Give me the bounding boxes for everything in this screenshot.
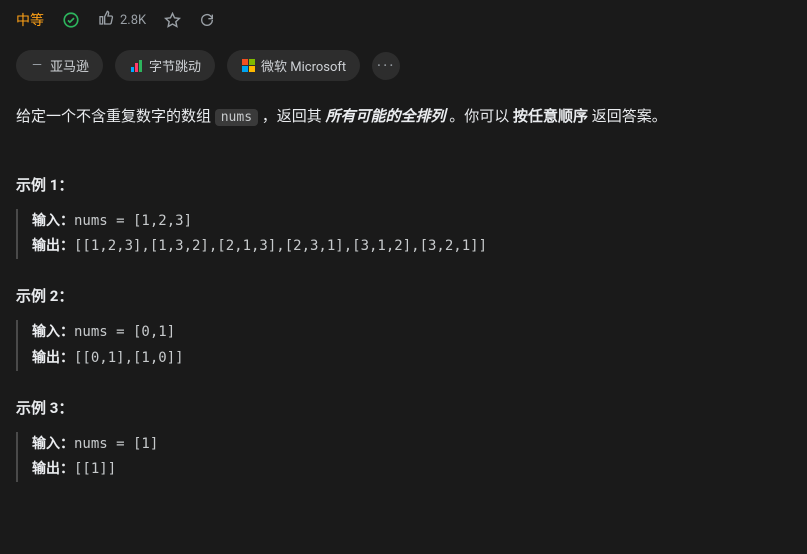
- solved-check-icon: [62, 11, 80, 29]
- example-block: 输入：nums = [0,1] 输出：[[0,1],[1,0]]: [16, 320, 791, 370]
- output-value: [[0,1],[1,0]]: [74, 350, 184, 366]
- output-value: [[1]]: [74, 461, 116, 477]
- example-block: 输入：nums = [1,2,3] 输出：[[1,2,3],[1,3,2],[2…: [16, 209, 791, 259]
- desc-bold: 按任意顺序: [513, 107, 588, 125]
- example-title: 示例 1：: [16, 174, 791, 195]
- input-label: 输入：: [32, 324, 74, 340]
- ellipsis-icon: ···: [377, 56, 396, 75]
- output-label: 输出：: [32, 238, 74, 254]
- company-tag-label: 亚马逊: [50, 56, 89, 75]
- example-3: 示例 3： 输入：nums = [1] 输出：[[1]]: [16, 397, 791, 482]
- output-label: 输出：: [32, 350, 74, 366]
- input-label: 输入：: [32, 436, 74, 452]
- desc-text: 。你可以: [446, 107, 513, 125]
- desc-text: ，返回其: [258, 107, 325, 125]
- more-companies-button[interactable]: ···: [372, 52, 400, 80]
- company-tag-amazon[interactable]: — 亚马逊: [16, 50, 103, 81]
- problem-content: 给定一个不含重复数字的数组 nums ，返回其 所有可能的全排列 。你可以 按任…: [0, 99, 807, 512]
- input-value: nums = [1,2,3]: [74, 213, 192, 229]
- example-2: 示例 2： 输入：nums = [0,1] 输出：[[0,1],[1,0]]: [16, 285, 791, 370]
- desc-emphasis: 所有可能的全排列: [326, 107, 446, 125]
- microsoft-icon: [241, 59, 255, 73]
- like-count: 2.8K: [120, 13, 146, 28]
- problem-description: 给定一个不含重复数字的数组 nums ，返回其 所有可能的全排列 。你可以 按任…: [16, 103, 791, 130]
- thumbs-up-icon: [98, 10, 114, 30]
- desc-text: 给定一个不含重复数字的数组: [16, 107, 215, 125]
- amazon-icon: —: [30, 59, 44, 73]
- input-value: nums = [1]: [74, 436, 158, 452]
- input-value: nums = [0,1]: [74, 324, 175, 340]
- company-tag-label: 微软 Microsoft: [261, 56, 346, 75]
- example-block: 输入：nums = [1] 输出：[[1]]: [16, 432, 791, 482]
- example-title: 示例 2：: [16, 285, 791, 306]
- input-label: 输入：: [32, 213, 74, 229]
- example-1: 示例 1： 输入：nums = [1,2,3] 输出：[[1,2,3],[1,3…: [16, 174, 791, 259]
- example-title: 示例 3：: [16, 397, 791, 418]
- output-label: 输出：: [32, 461, 74, 477]
- star-button[interactable]: [164, 12, 181, 29]
- company-tag-microsoft[interactable]: 微软 Microsoft: [227, 50, 360, 81]
- like-button[interactable]: 2.8K: [98, 10, 146, 30]
- refresh-button[interactable]: [199, 12, 215, 28]
- output-value: [[1,2,3],[1,3,2],[2,1,3],[2,3,1],[3,1,2]…: [74, 238, 487, 254]
- desc-text: 返回答案。: [588, 107, 667, 125]
- company-tag-label: 字节跳动: [149, 56, 201, 75]
- header-bar: 中等 2.8K: [0, 0, 807, 40]
- difficulty-label: 中等: [16, 10, 44, 30]
- company-tag-bytedance[interactable]: 字节跳动: [115, 50, 215, 81]
- bytedance-icon: [129, 59, 143, 73]
- company-tags: — 亚马逊 字节跳动 微软 Microsoft ···: [0, 40, 807, 99]
- inline-code: nums: [215, 109, 258, 126]
